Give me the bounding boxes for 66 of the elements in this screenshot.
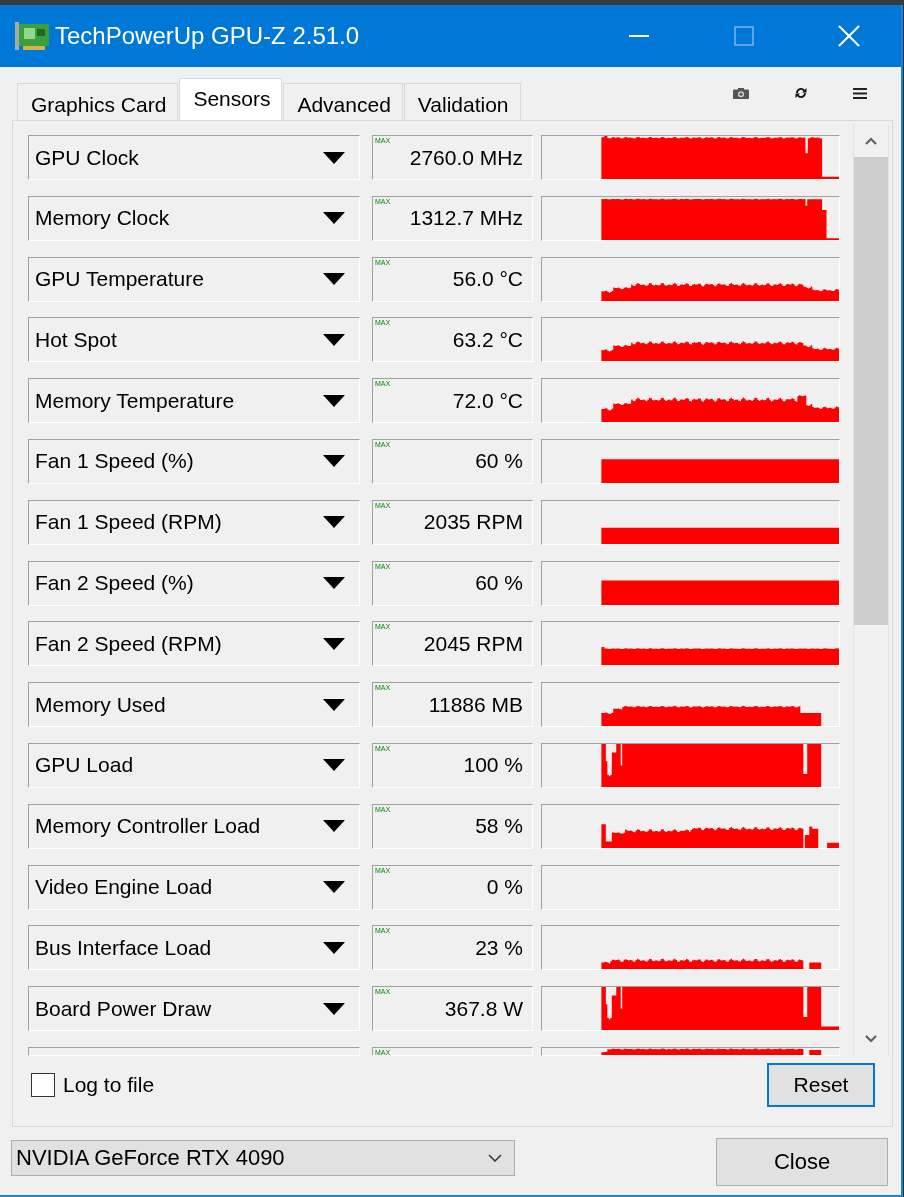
checkbox-label[interactable]: Log to file [63,1073,155,1097]
checkbox[interactable] [31,1073,55,1097]
graphics-card-icon [15,21,49,51]
minimize-icon[interactable] [628,35,649,37]
sensor-dropdown[interactable]: GPU Load [28,742,360,788]
sensor-dropdown[interactable]: Video Engine Load [28,864,360,910]
tab[interactable]: Graphics Card [17,83,179,120]
scrollbar-thumb[interactable] [854,157,888,625]
chevron-down-icon [488,1154,502,1162]
close-icon[interactable] [837,25,860,47]
caret-icon [323,1002,345,1015]
sensor-value: 11886 MB [428,692,523,717]
caret-icon [323,516,345,529]
sensor-value: 23 % [475,935,523,960]
camera-icon[interactable] [733,87,749,99]
tab[interactable]: Validation [403,83,521,120]
sensor-dropdown[interactable]: Fan 2 Speed (%) [28,560,360,606]
sensor-value: 2045 RPM [423,631,523,656]
caret-icon [323,455,345,468]
sensor-value: 60 % [475,571,523,596]
caret-icon [323,941,345,954]
sensor-value: 56.0 °C [452,267,523,292]
caret-icon [323,881,345,894]
caret-icon [323,333,345,346]
caret-icon [323,637,345,650]
sensor-value: 100 % [463,753,523,778]
sensor-dropdown[interactable]: Memory Clock [28,195,360,241]
chevron-down-icon[interactable] [865,1034,877,1043]
sensor-dropdown[interactable]: Hot Spot [28,317,360,363]
sensor-value: 2035 RPM [423,510,523,535]
sensor-value: 63.2 °C [452,327,523,352]
sensor-value: 58 % [475,814,523,839]
sensor-value: 367.8 W [444,996,523,1021]
caret-icon [323,394,345,407]
sensor-value: 1312.7 MHz [409,206,523,231]
window-title: TechPowerUp GPU-Z 2.51.0 [55,22,361,50]
chevron-up-icon[interactable] [865,137,877,145]
sensor-dropdown[interactable]: Memory Temperature [28,378,360,424]
sensor-dropdown[interactable]: GPU Temperature [28,256,360,302]
tab[interactable]: Sensors [179,78,283,120]
close-button[interactable]: Close [716,1138,888,1186]
sensor-dropdown[interactable]: Memory Controller Load [28,803,360,849]
tab[interactable]: Advanced [283,83,403,120]
caret-icon [323,151,345,164]
sensor-dropdown[interactable]: Fan 2 Speed (RPM) [28,621,360,667]
caret-icon [323,273,345,286]
refresh-icon[interactable] [795,87,807,99]
sensor-dropdown[interactable]: Fan 1 Speed (%) [28,439,360,484]
reset-button[interactable]: Reset [767,1063,875,1107]
sensor-dropdown[interactable]: Memory Used [28,682,360,728]
sensor-value: 72.0 °C [452,388,523,413]
caret-icon [323,820,345,833]
sensor-dropdown[interactable]: GPU Clock [28,135,360,180]
sensor-value: 2760.0 MHz [409,145,523,170]
caret-icon [323,577,345,590]
sensor-value: 60 % [475,449,523,474]
caret-icon [323,212,345,225]
sensor-dropdown[interactable] [28,1046,360,1056]
sensor-dropdown[interactable]: Board Power Draw [28,986,360,1032]
sensor-dropdown[interactable]: Bus Interface Load [28,925,360,971]
menu-icon[interactable] [853,87,867,99]
gpu-select-dropdown[interactable]: NVIDIA GeForce RTX 4090 [11,1140,515,1176]
sensor-dropdown[interactable]: Fan 1 Speed (RPM) [28,499,360,545]
caret-icon [323,698,345,711]
caret-icon [323,759,345,772]
sensor-value: 0 % [486,875,523,900]
